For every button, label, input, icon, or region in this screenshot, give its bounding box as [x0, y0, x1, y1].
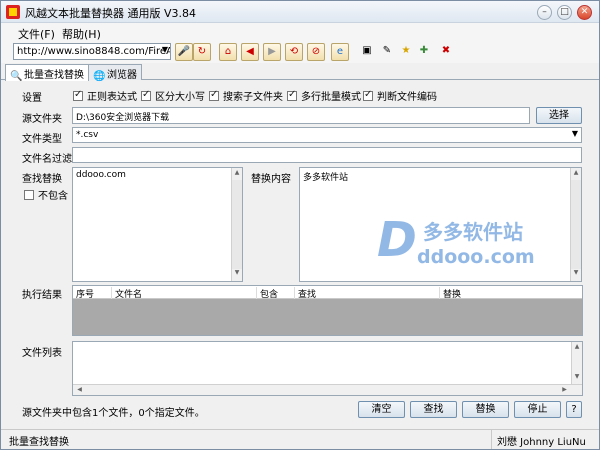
tab-strip: 🔍 批量查找替换 🌐 浏览器 [1, 63, 599, 82]
checkbox[interactable] [24, 190, 34, 200]
checkbox[interactable] [363, 89, 373, 101]
title-bar: 风越文本批量替换器 通用版 V3.84 – □ ✕ [1, 1, 599, 23]
col-contains[interactable]: 包含 [256, 287, 294, 300]
find-button[interactable]: 查找 [410, 401, 457, 418]
chevron-down-icon[interactable]: ▼ [572, 129, 578, 138]
forward-icon[interactable]: ▶ [263, 43, 281, 61]
settings-label: 设置 [22, 93, 42, 104]
url-text: http://www.sino8848.com/FireAs [17, 46, 171, 57]
maximize-button[interactable]: □ [557, 5, 572, 20]
add-favorite-icon[interactable]: ✚ [415, 43, 433, 61]
replace-button[interactable]: 替换 [462, 401, 509, 418]
tab-browser[interactable]: 🌐 浏览器 [88, 64, 142, 82]
tools-icon[interactable]: ✎ [378, 43, 396, 61]
source-folder-input[interactable]: D:\360安全浏览器下载 [72, 107, 530, 124]
refresh-icon[interactable]: ↻ [193, 43, 211, 61]
status-right: 刘懋 Johnny LiuNu [497, 437, 586, 448]
col-replace[interactable]: 替换 [439, 287, 582, 300]
watermark-logo: D [377, 212, 417, 268]
file-list-label: 文件列表 [22, 348, 62, 359]
horizontal-scrollbar[interactable]: ◀ ▶ [73, 384, 582, 395]
minimize-button[interactable]: – [537, 5, 552, 20]
stop-icon[interactable]: ⊘ [307, 43, 325, 61]
status-left: 批量查找替换 [9, 437, 69, 448]
results-label: 执行结果 [22, 290, 62, 301]
vertical-scrollbar[interactable]: ▲ ▼ [571, 342, 582, 385]
status-divider [491, 430, 492, 449]
microphone-icon[interactable]: 🎤 [175, 43, 193, 61]
vertical-scrollbar[interactable]: ▲ ▼ [231, 168, 242, 281]
replace-label: 替换内容 [251, 174, 291, 185]
menu-bar: 文件(F) 帮助(H) [1, 23, 599, 41]
checkbox[interactable] [287, 89, 297, 101]
clear-button[interactable]: 清空 [358, 401, 405, 418]
results-table[interactable]: 序号 文件名 包含 查找 替换 [72, 285, 583, 336]
star-icon[interactable]: ★ [397, 43, 415, 61]
menu-file[interactable]: 文件(F) [18, 26, 55, 42]
option-detect-encoding[interactable]: 判断文件编码 [363, 88, 437, 103]
status-bar: 批量查找替换 刘懋 Johnny LiuNu [1, 429, 599, 449]
summary-text: 源文件夹中包含1个文件，0个指定文件。 [22, 408, 205, 419]
find-textarea[interactable]: ddooo.com ▲ ▼ [72, 167, 243, 282]
app-icon [6, 5, 20, 19]
option-multiline[interactable]: 多行批量模式 [287, 88, 361, 103]
option-regex[interactable]: 正则表达式 [73, 88, 137, 103]
watermark: D 多多软件站 ddooo.com [377, 206, 547, 276]
help-button[interactable]: ? [566, 401, 582, 418]
tab-batch-replace[interactable]: 🔍 批量查找替换 [5, 64, 89, 82]
col-index[interactable]: 序号 [73, 287, 111, 300]
home-icon[interactable]: ⌂ [219, 43, 237, 61]
file-type-label: 文件类型 [22, 134, 62, 145]
globe-icon: 🌐 [93, 71, 106, 82]
close-tab-icon[interactable]: ✖ [437, 43, 455, 61]
filename-filter-label: 文件名过滤 [22, 154, 72, 165]
file-list-textarea[interactable]: ▲ ▼ ◀ ▶ [72, 341, 583, 396]
url-combo[interactable]: http://www.sino8848.com/FireAs ▼ [13, 43, 171, 60]
checkbox[interactable] [209, 89, 219, 101]
window-title: 风越文本批量替换器 通用版 V3.84 [25, 7, 197, 20]
results-header: 序号 文件名 包含 查找 替换 [73, 286, 582, 300]
checkbox[interactable] [141, 89, 151, 101]
menu-help[interactable]: 帮助(H) [62, 26, 101, 42]
vertical-scrollbar[interactable]: ▲ ▼ [570, 168, 581, 281]
stop-button[interactable]: 停止 [514, 401, 561, 418]
ie-icon[interactable]: e [331, 43, 349, 61]
filename-filter-input[interactable] [72, 147, 582, 163]
close-button[interactable]: ✕ [577, 5, 592, 20]
toolbar: http://www.sino8848.com/FireAs ▼ 🎤 ↻ ⌂ ◀… [1, 41, 599, 63]
window-icon[interactable]: ▣ [358, 43, 376, 61]
watermark-brand: 多多软件站 [423, 220, 523, 244]
file-type-select[interactable]: *.csv ▼ [72, 127, 582, 143]
chevron-down-icon[interactable]: ▼ [162, 45, 168, 54]
choose-folder-button[interactable]: 选择 [536, 107, 582, 124]
main-window: 风越文本批量替换器 通用版 V3.84 – □ ✕ 文件(F) 帮助(H) ht… [0, 0, 600, 450]
source-folder-label: 源文件夹 [22, 114, 62, 125]
search-icon: 🔍 [10, 71, 23, 82]
option-subfolders[interactable]: 搜索子文件夹 [209, 88, 283, 103]
exclude-option[interactable]: 不包含 [24, 187, 68, 202]
reload-icon[interactable]: ⟲ [285, 43, 303, 61]
watermark-domain: ddooo.com [417, 246, 535, 268]
back-icon[interactable]: ◀ [241, 43, 259, 61]
col-filename[interactable]: 文件名 [111, 287, 256, 300]
option-case-sensitive[interactable]: 区分大小写 [141, 88, 205, 103]
col-find[interactable]: 查找 [294, 287, 439, 300]
find-label: 查找替换 [22, 174, 62, 185]
checkbox[interactable] [73, 89, 83, 101]
